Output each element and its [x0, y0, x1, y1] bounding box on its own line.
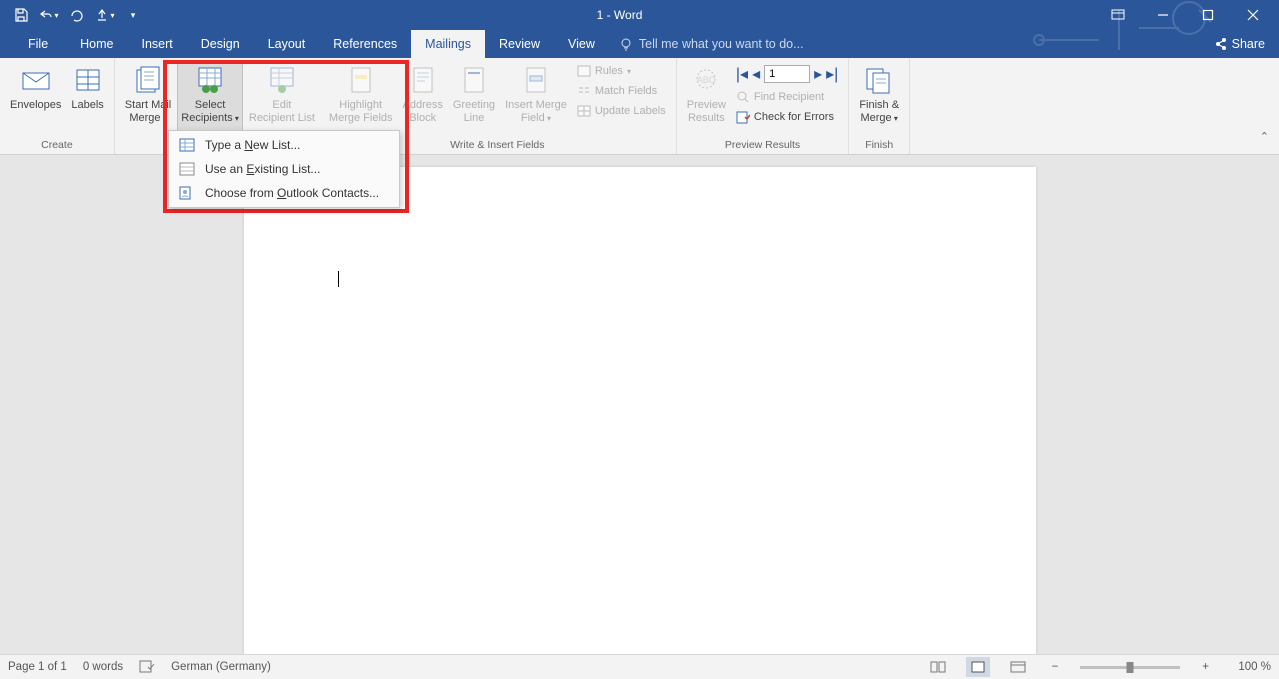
proofing-button[interactable]	[139, 659, 155, 676]
find-recipient-button[interactable]: Find Recipient	[732, 88, 842, 106]
text-cursor	[338, 271, 339, 287]
share-button[interactable]: Share	[1200, 30, 1279, 58]
outlook-contacts-item[interactable]: Choose from Outlook Contacts...	[169, 181, 399, 205]
existing-list-icon	[179, 161, 195, 177]
next-record-button[interactable]: ▸	[814, 64, 822, 84]
language-indicator[interactable]: German (Germany)	[171, 661, 271, 673]
merge-field-icon	[523, 65, 549, 95]
ribbon-tabs: File Home Insert Design Layout Reference…	[0, 30, 1279, 58]
envelopes-button[interactable]: Envelopes	[6, 60, 65, 137]
zoom-slider[interactable]	[1080, 666, 1180, 669]
new-list-icon	[179, 137, 195, 153]
outlook-contacts-icon	[179, 185, 195, 201]
minimize-button[interactable]	[1140, 1, 1185, 29]
document-page[interactable]	[244, 167, 1036, 654]
status-bar: Page 1 of 1 0 words German (Germany) − +…	[0, 654, 1279, 679]
mail-merge-icon	[133, 65, 163, 95]
web-layout-button[interactable]	[1006, 657, 1030, 677]
tab-review[interactable]: Review	[485, 30, 554, 58]
lightbulb-icon	[619, 37, 633, 51]
select-recipients-menu: Type a New List... Use an Existing List.…	[168, 130, 400, 208]
record-number-input[interactable]	[764, 65, 810, 83]
read-mode-button[interactable]	[926, 657, 950, 677]
tab-home[interactable]: Home	[66, 30, 127, 58]
tell-me-search[interactable]: Tell me what you want to do...	[609, 30, 804, 58]
tab-design[interactable]: Design	[187, 30, 254, 58]
undo-button[interactable]: ▾	[38, 4, 60, 26]
labels-icon	[75, 67, 101, 93]
insert-merge-field-button[interactable]: Insert MergeField ▾	[501, 60, 571, 137]
select-recipients-button[interactable]: SelectRecipients ▾	[177, 60, 243, 137]
match-icon	[577, 84, 591, 98]
update-labels-button[interactable]: Update Labels	[573, 102, 670, 120]
envelope-icon	[21, 67, 51, 93]
highlight-icon	[348, 65, 374, 95]
labels-button[interactable]: Labels	[67, 60, 107, 137]
greeting-icon	[461, 65, 487, 95]
tab-mailings[interactable]: Mailings	[411, 30, 485, 58]
address-block-icon	[410, 65, 436, 95]
match-fields-button[interactable]: Match Fields	[573, 82, 670, 100]
group-preview-results: ABC PreviewResults |◂ ◂ ▸ ▸| Find Recipi…	[677, 58, 850, 154]
tab-view[interactable]: View	[554, 30, 609, 58]
zoom-in-button[interactable]: +	[1196, 661, 1215, 673]
zoom-out-button[interactable]: −	[1046, 661, 1065, 673]
zoom-level[interactable]: 100 %	[1231, 661, 1271, 673]
start-mail-merge-button[interactable]: Start MailMerge ▾	[121, 60, 175, 137]
highlight-merge-fields-button[interactable]: HighlightMerge Fields	[325, 60, 397, 137]
window-title: 1 - Word	[144, 8, 1095, 22]
last-record-button[interactable]: ▸|	[826, 64, 838, 84]
group-finish: Finish &Merge ▾ Finish	[849, 58, 910, 154]
rules-icon	[577, 64, 591, 78]
address-block-button[interactable]: AddressBlock	[399, 60, 447, 137]
finish-and-merge-button[interactable]: Finish &Merge ▾	[855, 60, 903, 137]
redo-button[interactable]	[66, 4, 88, 26]
find-icon	[736, 90, 750, 104]
title-bar: ▾ ▾ ▾ 1 - Word	[0, 0, 1279, 30]
close-button[interactable]	[1230, 1, 1275, 29]
touch-mode-button[interactable]: ▾	[94, 4, 116, 26]
collapse-ribbon-button[interactable]: ⌃	[1260, 130, 1269, 143]
svg-text:ABC: ABC	[697, 75, 716, 85]
type-new-list-item[interactable]: Type a New List...	[169, 133, 399, 157]
edit-recipient-list-button[interactable]: EditRecipient List	[245, 60, 319, 137]
group-create: Envelopes Labels Create	[0, 58, 115, 154]
tab-references[interactable]: References	[319, 30, 411, 58]
previous-record-button[interactable]: ◂	[752, 64, 760, 84]
finish-merge-icon	[864, 65, 894, 95]
preview-icon: ABC	[691, 66, 721, 94]
rules-button[interactable]: Rules▾	[573, 62, 670, 80]
preview-results-button[interactable]: ABC PreviewResults	[683, 60, 730, 137]
document-area[interactable]	[0, 155, 1279, 654]
print-layout-button[interactable]	[966, 657, 990, 677]
word-count[interactable]: 0 words	[83, 661, 123, 673]
greeting-line-button[interactable]: GreetingLine	[449, 60, 499, 137]
maximize-button[interactable]	[1185, 1, 1230, 29]
edit-list-icon	[267, 65, 297, 95]
use-existing-list-item[interactable]: Use an Existing List...	[169, 157, 399, 181]
recipients-icon	[195, 65, 225, 95]
quick-access-toolbar: ▾ ▾ ▾	[4, 4, 144, 26]
check-errors-icon	[736, 110, 750, 124]
save-button[interactable]	[10, 4, 32, 26]
page-indicator[interactable]: Page 1 of 1	[8, 661, 67, 673]
customize-qat-button[interactable]: ▾	[122, 4, 144, 26]
ribbon-display-options-button[interactable]	[1095, 1, 1140, 29]
tab-file[interactable]: File	[10, 30, 66, 58]
update-labels-icon	[577, 104, 591, 118]
tab-layout[interactable]: Layout	[254, 30, 320, 58]
tab-insert[interactable]: Insert	[128, 30, 187, 58]
first-record-button[interactable]: |◂	[736, 64, 748, 84]
share-icon	[1214, 37, 1228, 51]
check-for-errors-button[interactable]: Check for Errors	[732, 108, 842, 126]
